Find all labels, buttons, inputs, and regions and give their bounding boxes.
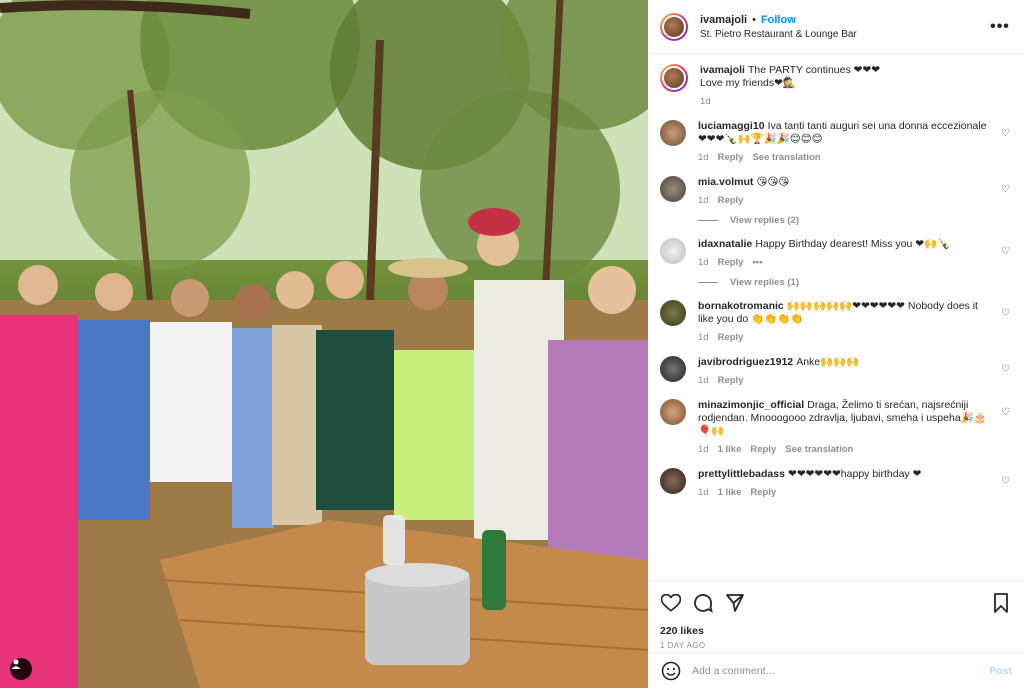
heart-icon[interactable] bbox=[660, 592, 682, 614]
caption-text-line2: Love my friends❤🕵 bbox=[700, 77, 796, 89]
comment-input[interactable] bbox=[692, 664, 990, 677]
caption-time: 1d bbox=[700, 96, 711, 107]
comment-item: prettylittlebadass ❤❤❤❤❤❤happy birthday … bbox=[660, 468, 1012, 499]
comment-item: minazimonjic_official Draga, Želimo ti s… bbox=[660, 399, 1012, 456]
avatar[interactable] bbox=[660, 238, 686, 264]
comment-time: 1d bbox=[698, 444, 709, 455]
comment-likes[interactable]: 1 like bbox=[718, 487, 742, 498]
post-age: 1 DAY AGO bbox=[660, 641, 706, 650]
avatar[interactable] bbox=[660, 64, 688, 92]
party-photo-illustration bbox=[0, 0, 648, 688]
post-header: ivamajoli • Follow St. Pietro Restaurant &… bbox=[648, 0, 1024, 54]
avatar[interactable] bbox=[660, 176, 686, 202]
avatar[interactable] bbox=[660, 12, 688, 41]
reply-button[interactable]: Reply bbox=[718, 332, 744, 343]
reply-button[interactable]: Reply bbox=[718, 257, 744, 268]
comment-likes[interactable]: 1 like bbox=[718, 444, 742, 455]
caption: ivamajoli The PARTY continues ❤❤❤ Love m… bbox=[660, 64, 1012, 108]
follow-button[interactable]: Follow bbox=[761, 14, 796, 26]
comment-text: Happy Birthday dearest! Miss you ❤🙌🍾 bbox=[755, 238, 951, 250]
reply-button[interactable]: Reply bbox=[718, 152, 744, 163]
heart-icon[interactable]: ♡ bbox=[1001, 184, 1010, 195]
comment-icon[interactable] bbox=[692, 592, 714, 614]
comment-time: 1d bbox=[698, 152, 709, 163]
bookmark-icon[interactable] bbox=[990, 592, 1012, 614]
heart-icon[interactable]: ♡ bbox=[1001, 364, 1010, 375]
heart-icon[interactable]: ♡ bbox=[1001, 308, 1010, 319]
comment-time: 1d bbox=[698, 195, 709, 206]
emoji-icon[interactable] bbox=[660, 660, 682, 682]
comment-text: ❤❤❤❤❤❤happy birthday ❤ bbox=[788, 468, 922, 480]
comment-username[interactable]: prettylittlebadass bbox=[698, 468, 785, 480]
comment-item: idaxnatalie Happy Birthday dearest! Miss… bbox=[660, 238, 1012, 269]
likes-count[interactable]: 220 likes bbox=[660, 625, 1012, 637]
comment-username[interactable]: idaxnatalie bbox=[698, 238, 752, 250]
more-options-button[interactable]: ••• bbox=[752, 257, 762, 268]
post-actions: 220 likes 1 DAY AGO bbox=[648, 580, 1024, 650]
avatar[interactable] bbox=[660, 120, 686, 146]
reply-button[interactable]: Reply bbox=[750, 444, 776, 455]
reply-button[interactable]: Reply bbox=[718, 375, 744, 386]
header-separator: • bbox=[752, 13, 756, 26]
reply-button[interactable]: Reply bbox=[750, 487, 776, 498]
comment-text: 😘😘😘 bbox=[756, 176, 790, 188]
header-username[interactable]: ivamajoli bbox=[700, 14, 747, 26]
comment-text: Anke🙌🙌🙌 bbox=[796, 356, 860, 368]
caption-text: The PARTY continues ❤❤❤ bbox=[748, 64, 881, 76]
heart-icon[interactable]: ♡ bbox=[1001, 407, 1010, 418]
instagram-post: ivamajoli • Follow St. Pietro Restaurant &… bbox=[0, 0, 1024, 688]
heart-icon[interactable]: ♡ bbox=[1001, 128, 1010, 139]
avatar[interactable] bbox=[660, 356, 686, 382]
comment-item: javibrodriguez1912 Anke🙌🙌🙌 1d Reply ♡ bbox=[660, 356, 1012, 387]
comment-item: bornakotromanic 🙌🙌🙌🙌🙌❤❤❤❤❤❤ Nobody does … bbox=[660, 300, 1012, 344]
comment-item: luciamaggi10 Iva tanti tanti auguri sei … bbox=[660, 120, 1012, 164]
comment-time: 1d bbox=[698, 487, 709, 498]
comment-time: 1d bbox=[698, 257, 709, 268]
comment-username[interactable]: javibrodriguez1912 bbox=[698, 356, 793, 368]
avatar[interactable] bbox=[660, 300, 686, 326]
location-link[interactable]: St. Pietro Restaurant & Lounge Bar bbox=[700, 29, 988, 40]
comment-username[interactable]: mia.volmut bbox=[698, 176, 753, 188]
view-replies-button[interactable]: View replies (1) bbox=[698, 277, 1012, 288]
comment-time: 1d bbox=[698, 332, 709, 343]
post-side-panel: ivamajoli • Follow St. Pietro Restaurant &… bbox=[648, 0, 1024, 688]
post-comment-button[interactable]: Post bbox=[989, 665, 1012, 677]
share-icon[interactable] bbox=[724, 592, 746, 614]
comment-username[interactable]: bornakotromanic bbox=[698, 300, 784, 312]
add-comment-bar: Post bbox=[648, 652, 1024, 688]
caption-username[interactable]: ivamajoli bbox=[700, 64, 745, 76]
comment-time: 1d bbox=[698, 375, 709, 386]
comment-item: mia.volmut 😘😘😘 1d Reply ♡ bbox=[660, 176, 1012, 207]
reply-button[interactable]: Reply bbox=[718, 195, 744, 206]
avatar[interactable] bbox=[660, 468, 686, 494]
heart-icon[interactable]: ♡ bbox=[1001, 246, 1010, 257]
heart-icon[interactable]: ♡ bbox=[1001, 476, 1010, 487]
avatar[interactable] bbox=[660, 399, 686, 425]
comment-username[interactable]: minazimonjic_official bbox=[698, 399, 804, 411]
see-translation-button[interactable]: See translation bbox=[752, 152, 820, 163]
comments-list[interactable]: ivamajoli The PARTY continues ❤❤❤ Love m… bbox=[648, 54, 1024, 574]
see-translation-button[interactable]: See translation bbox=[785, 444, 853, 455]
person-icon[interactable] bbox=[10, 658, 32, 680]
comment-username[interactable]: luciamaggi10 bbox=[698, 120, 765, 132]
post-photo[interactable] bbox=[0, 0, 648, 688]
view-replies-button[interactable]: View replies (2) bbox=[698, 215, 1012, 226]
more-horizontal-icon[interactable]: ••• bbox=[988, 18, 1012, 36]
